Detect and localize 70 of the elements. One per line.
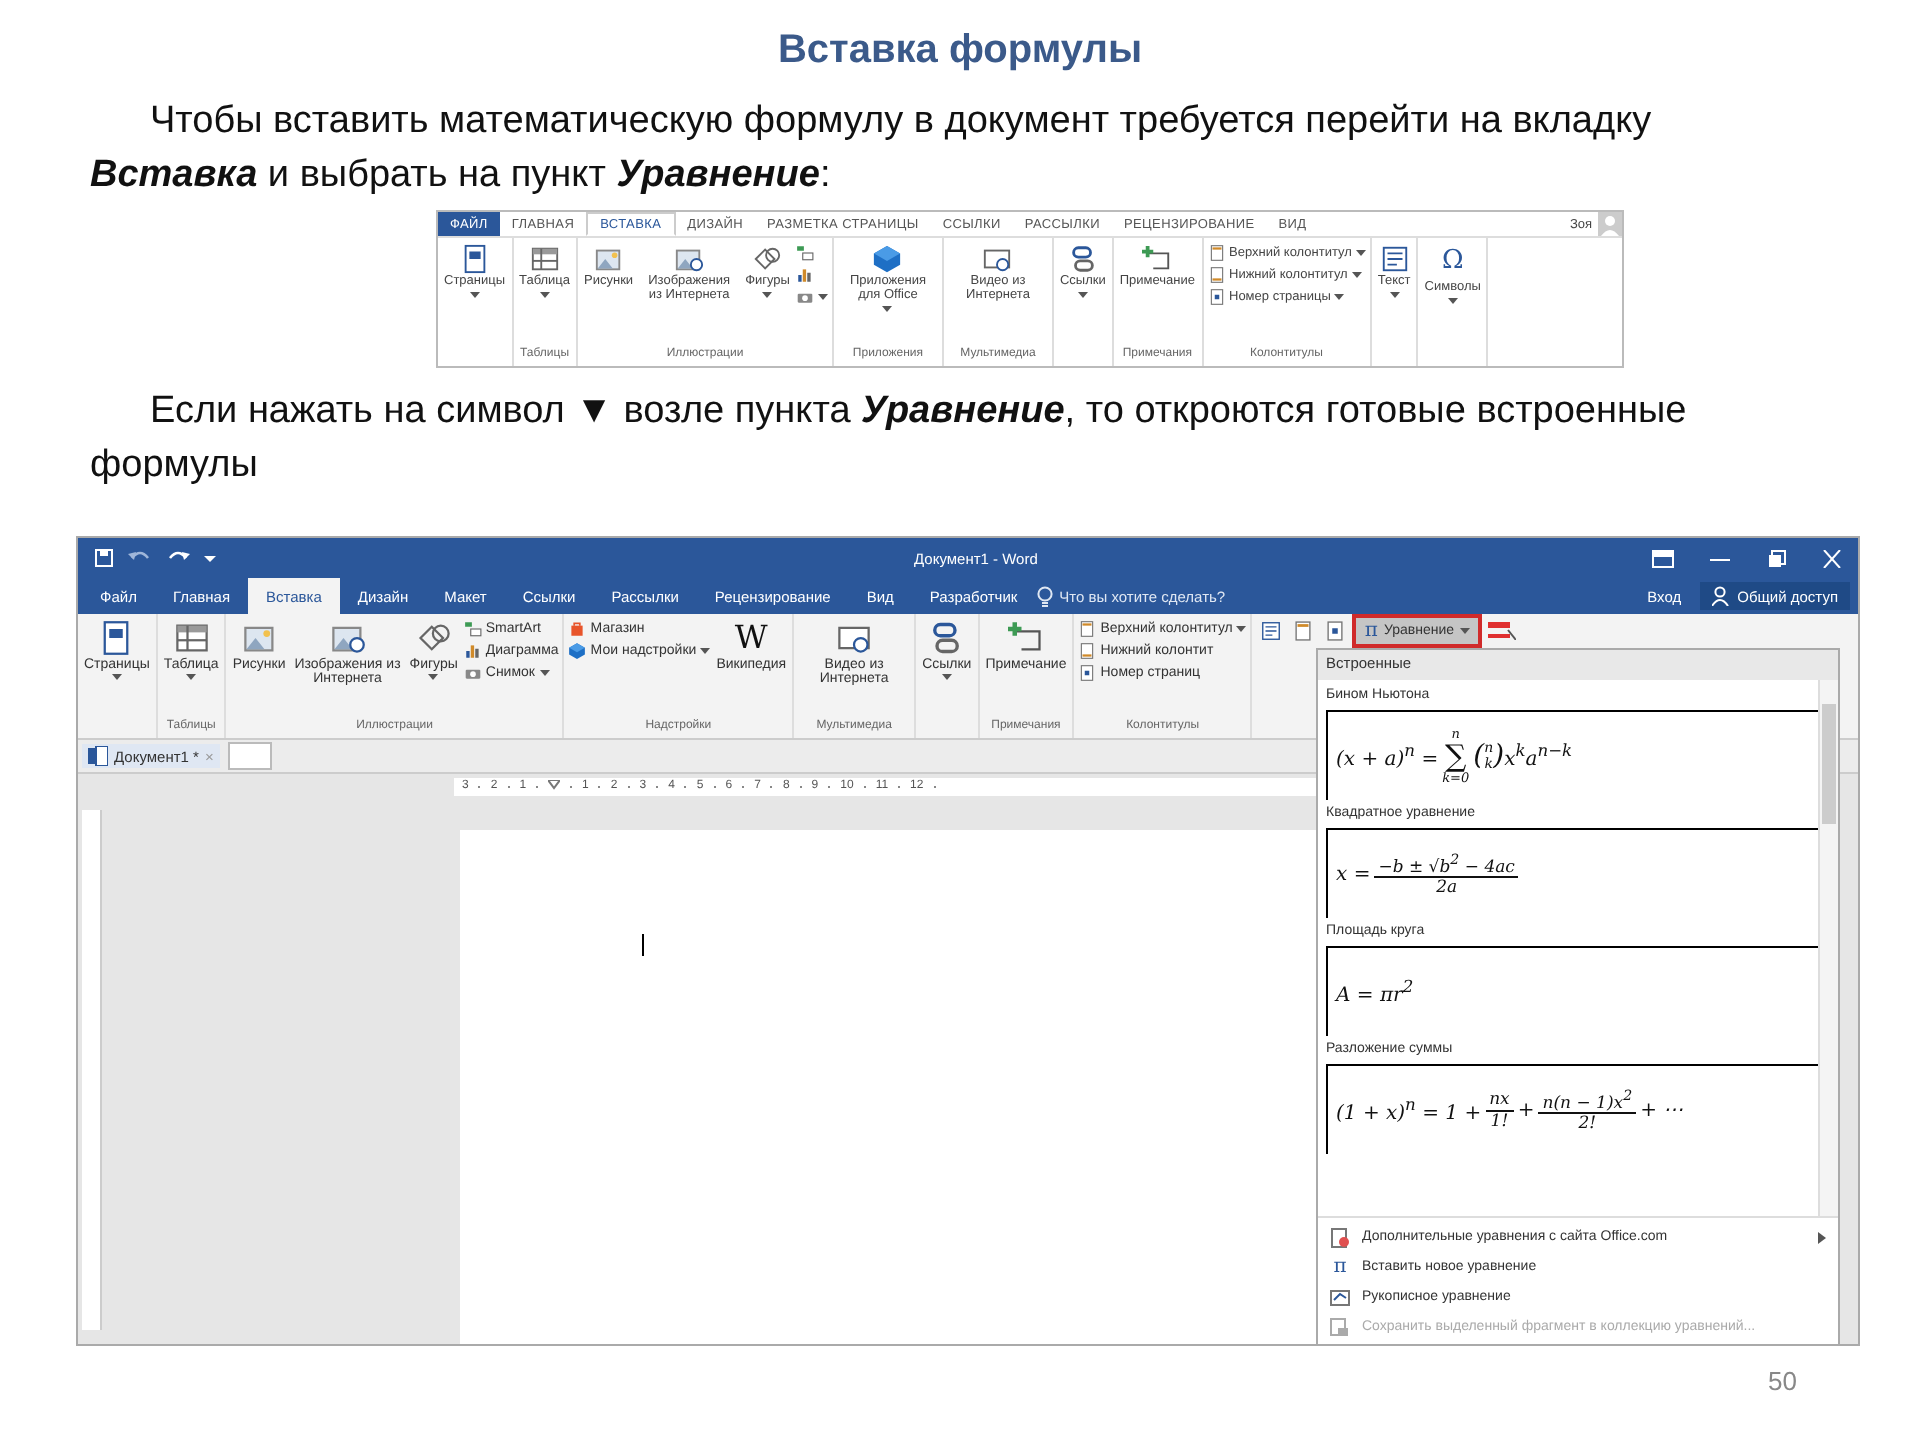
diagram-icon — [795, 244, 814, 262]
chain-link-icon — [928, 620, 965, 656]
bar-chart-icon — [463, 642, 482, 660]
comment-icon — [1007, 620, 1044, 656]
caret-icon — [1447, 297, 1458, 304]
table-icon — [173, 620, 210, 656]
caret-icon — [941, 674, 952, 681]
submenu-arrow-icon — [1818, 1231, 1826, 1243]
person-icon — [1711, 586, 1732, 606]
signature-line-icon — [1488, 622, 1517, 640]
caret-icon — [1077, 291, 1088, 298]
page-number-icon — [1078, 664, 1097, 682]
caret-icon — [186, 674, 197, 681]
caret-icon — [700, 648, 711, 654]
page-number-icon — [1207, 288, 1225, 306]
caret-icon — [1355, 250, 1366, 256]
indent-marker-icon[interactable] — [548, 780, 561, 792]
cube-icon — [568, 642, 587, 660]
symbol-icon: Ω — [1441, 244, 1464, 280]
shapes-icon — [415, 620, 452, 656]
camera-icon — [795, 288, 814, 306]
symbol-icon: W — [734, 620, 768, 656]
word-document-icon — [88, 746, 108, 766]
page-number: 50 — [1768, 1366, 1797, 1396]
diagram-icon — [463, 620, 482, 638]
text-box-icon — [1379, 244, 1410, 274]
page-footer-icon — [1207, 266, 1225, 284]
shapes-icon — [752, 244, 783, 274]
caret-icon — [817, 294, 828, 300]
caret-icon — [469, 291, 480, 298]
table-icon — [529, 244, 560, 274]
page-header-icon — [1292, 620, 1315, 642]
chain-link-icon — [1067, 244, 1098, 274]
caret-icon — [1460, 628, 1471, 634]
page-number-icon — [1324, 620, 1347, 642]
icon-button[interactable] — [795, 288, 828, 306]
text-box-icon — [1260, 620, 1283, 642]
lightbulb-icon — [1035, 585, 1054, 607]
caret-icon — [1334, 294, 1345, 300]
page-header-icon — [1207, 244, 1225, 262]
scrollbar[interactable] — [1818, 680, 1838, 1216]
caret-icon — [539, 291, 550, 298]
new-tab-field[interactable] — [227, 742, 272, 770]
paragraph: Если нажать на символ ▼ возле пункта Уравнение, то откроются готовые встроенные формулы — [90, 388, 1689, 490]
caret-icon — [882, 305, 893, 312]
picture-globe-icon — [674, 244, 705, 274]
comment-icon — [1142, 244, 1173, 274]
close-icon[interactable] — [1822, 549, 1842, 567]
caret-icon — [1389, 291, 1400, 298]
save-icon[interactable] — [94, 548, 114, 568]
caret-icon — [762, 291, 773, 298]
page-footer-icon — [1078, 642, 1097, 660]
cube-icon — [872, 244, 903, 274]
caret-icon — [1351, 272, 1362, 278]
restore-icon[interactable] — [1766, 549, 1786, 567]
bar-chart-icon — [795, 266, 814, 284]
caret-icon — [428, 674, 439, 681]
shopping-bag-icon — [568, 620, 587, 638]
ribbon-display-icon[interactable] — [1652, 549, 1674, 567]
slide-title: Вставка формулы — [775, 28, 1145, 74]
caret-icon — [111, 674, 122, 681]
camera-icon — [463, 664, 482, 682]
caret-icon — [1236, 626, 1247, 632]
page-header-icon — [1078, 620, 1097, 638]
paragraph: Чтобы вставить математическую формулу в документ требуется перейти на вкладку Вставка и выбрать на пункт Уравнение: — [90, 98, 1654, 200]
caret-icon — [539, 670, 549, 676]
picture-icon — [593, 244, 624, 274]
text-cursor — [642, 934, 644, 956]
page-icon — [459, 244, 490, 274]
customize-icon[interactable] — [204, 552, 216, 564]
